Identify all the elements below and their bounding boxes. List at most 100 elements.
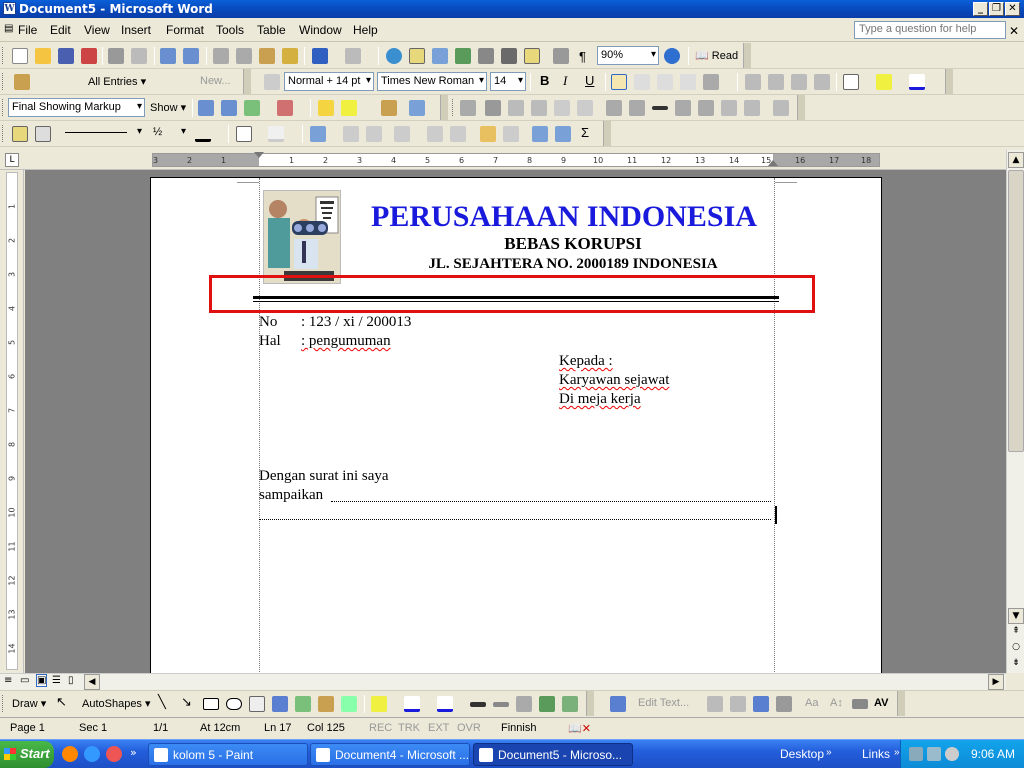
format-painter-icon[interactable] <box>282 48 298 64</box>
insert-table-icon[interactable] <box>432 48 448 64</box>
menu-help[interactable]: Help <box>353 23 378 37</box>
text-wrap-draw-icon[interactable] <box>776 696 792 712</box>
clipart-icon[interactable] <box>318 696 334 712</box>
links-toolbar[interactable]: Links <box>862 747 890 761</box>
print-icon[interactable] <box>108 48 124 64</box>
word-app-icon[interactable]: W <box>3 2 16 15</box>
border-color-icon[interactable] <box>195 126 211 142</box>
document-close-icon[interactable]: ✕ <box>1009 24 1019 38</box>
redo-icon[interactable] <box>345 48 361 64</box>
outside-border-icon[interactable] <box>236 126 252 142</box>
reject-change-icon[interactable] <box>277 100 293 116</box>
columns-icon[interactable] <box>478 48 494 64</box>
wordart-shape-icon[interactable] <box>753 696 769 712</box>
numbering-icon[interactable] <box>745 74 761 90</box>
document-map-icon[interactable] <box>524 48 540 64</box>
draw-menu-button[interactable]: Draw ▾ <box>12 697 46 710</box>
status-record-macro[interactable]: REC <box>369 722 392 734</box>
drawing-icon[interactable] <box>501 48 517 64</box>
next-change-icon[interactable] <box>221 100 237 116</box>
undo-icon[interactable] <box>312 48 328 64</box>
horizontal-scrollbar[interactable]: ≡ ▭ ▣ ☰ ▯ ◀ ▶ <box>0 673 1006 690</box>
reviewing-pane-icon[interactable] <box>409 100 425 116</box>
scroll-thumb[interactable] <box>1008 170 1024 452</box>
align-cell-icon[interactable] <box>394 126 410 142</box>
distribute-columns-icon[interactable] <box>450 126 466 142</box>
show-markup-dropdown[interactable]: Show ▾ <box>150 101 186 114</box>
menu-table[interactable]: Table <box>257 23 286 37</box>
print-layout-view-icon[interactable]: ▣ <box>36 674 48 687</box>
outline-view-icon[interactable]: ☰ <box>52 675 61 686</box>
oval-tool-icon[interactable] <box>226 698 242 710</box>
web-view-icon[interactable]: ▭ <box>20 675 29 686</box>
insert-excel-icon[interactable] <box>455 48 471 64</box>
menu-tools[interactable]: Tools <box>216 23 244 37</box>
insert-picture-icon[interactable] <box>460 100 476 116</box>
tray-volume-icon[interactable] <box>945 747 959 761</box>
shading-color-icon[interactable] <box>268 126 284 142</box>
clipart-optometrist-picture[interactable] <box>263 190 341 284</box>
previous-change-icon[interactable] <box>198 100 214 116</box>
autosum-icon[interactable]: Σ <box>581 125 589 140</box>
menu-edit[interactable]: Edit <box>50 23 71 37</box>
line-spacing-icon[interactable] <box>703 74 719 90</box>
paste-icon[interactable] <box>259 48 275 64</box>
quicklaunch-chevron-icon[interactable]: » <box>130 746 137 759</box>
research-icon[interactable] <box>183 48 199 64</box>
reviewer-highlight-icon[interactable] <box>341 100 357 116</box>
line-style-icon[interactable] <box>652 106 668 110</box>
desktop-chevron-icon[interactable]: » <box>826 747 832 758</box>
same-letter-heights-icon[interactable]: Aa <box>805 697 818 709</box>
clock[interactable]: 9:06 AM <box>971 747 1015 761</box>
quicklaunch-firefox-icon[interactable] <box>62 746 78 762</box>
taskbar-item-document4[interactable]: Document4 - Microsoft ... <box>310 743 470 766</box>
right-indent-marker[interactable] <box>768 160 778 166</box>
desktop-toolbar[interactable]: Desktop <box>780 747 824 761</box>
thumbnails-icon[interactable] <box>553 48 569 64</box>
close-button[interactable]: ✕ <box>1005 2 1020 16</box>
taskbar-item-paint[interactable]: kolom 5 - Paint <box>148 743 308 766</box>
document-area[interactable]: PERUSAHAAN INDONESIA BEBAS KORUPSI JL. S… <box>25 170 1006 673</box>
horizontal-ruler[interactable]: L 3 2 1 1 2 3 4 5 6 7 8 9 10 11 12 13 14… <box>0 150 1024 170</box>
scroll-left-button[interactable]: ◀ <box>84 674 100 690</box>
links-chevron-icon[interactable]: » <box>894 747 900 758</box>
justify-icon[interactable] <box>680 74 696 90</box>
increase-indent-icon[interactable] <box>814 74 830 90</box>
spelling-icon[interactable] <box>160 48 176 64</box>
font-select[interactable]: Times New Roman <box>377 72 487 91</box>
reset-picture-icon[interactable] <box>773 100 789 116</box>
dash-style-icon[interactable] <box>493 702 509 707</box>
menu-window[interactable]: Window <box>299 23 342 37</box>
alignment-icon[interactable] <box>852 699 868 709</box>
shadow-style-icon[interactable] <box>539 696 555 712</box>
bold-button[interactable]: B <box>540 73 549 88</box>
help-search-input[interactable]: Type a question for help <box>854 21 1006 39</box>
eraser-icon[interactable] <box>35 126 51 142</box>
wordart-icon[interactable] <box>272 696 288 712</box>
new-comment-icon[interactable] <box>318 100 334 116</box>
more-contrast-icon[interactable] <box>508 100 524 116</box>
start-button[interactable]: Start <box>0 741 54 768</box>
cut-icon[interactable] <box>213 48 229 64</box>
read-button[interactable]: 📖 Read <box>695 49 738 62</box>
permission-icon[interactable] <box>81 48 97 64</box>
text-direction-icon[interactable] <box>503 126 519 142</box>
first-line-indent-marker[interactable] <box>254 152 264 158</box>
minimize-button[interactable]: _ <box>973 2 988 16</box>
menu-insert[interactable]: Insert <box>121 23 151 37</box>
save-icon[interactable] <box>58 48 74 64</box>
align-right-icon[interactable] <box>657 74 673 90</box>
menu-view[interactable]: View <box>84 23 110 37</box>
line-style-draw-icon[interactable] <box>470 702 486 707</box>
line-color-icon[interactable] <box>404 696 420 712</box>
highlight-icon[interactable] <box>876 74 892 90</box>
draw-font-color-icon[interactable] <box>437 696 453 712</box>
tables-borders-icon[interactable] <box>409 48 425 64</box>
help-icon[interactable] <box>664 48 680 64</box>
quicklaunch-browser-icon[interactable] <box>106 746 122 762</box>
fill-color-icon[interactable] <box>371 696 387 712</box>
insert-table-menu-icon[interactable] <box>310 126 326 142</box>
rectangle-tool-icon[interactable] <box>203 698 219 710</box>
next-page-icon[interactable]: ⇟ <box>1008 656 1024 672</box>
track-changes-icon[interactable] <box>381 100 397 116</box>
